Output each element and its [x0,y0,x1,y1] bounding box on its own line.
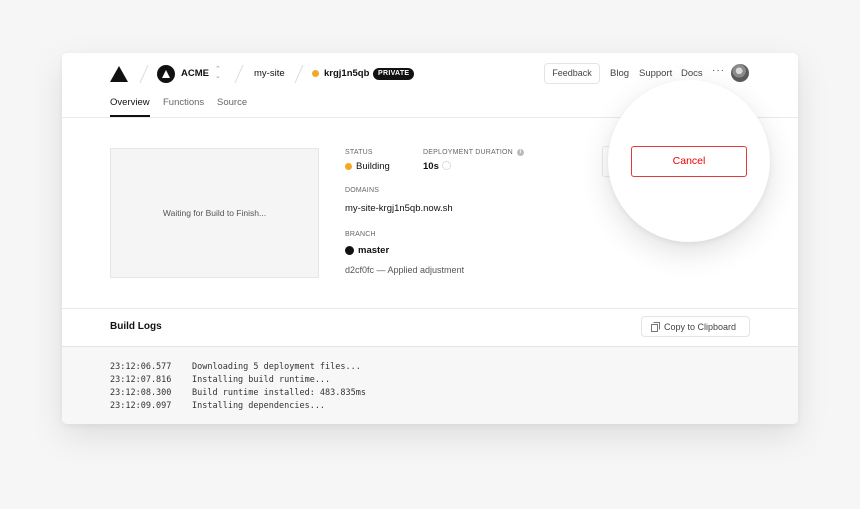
branch-label: BRANCH [345,231,376,238]
nav-docs-link[interactable]: Docs [681,68,703,80]
project-name[interactable]: my-site [254,68,285,80]
log-message: Build runtime installed: 483.835ms [192,388,366,398]
deployment-preview: Waiting for Build to Finish... [110,148,319,278]
log-message: Installing dependencies... [192,401,326,411]
private-badge: PRIVATE [373,68,415,80]
copy-to-clipboard-button[interactable]: Copy to Clipboard [641,316,750,337]
github-icon [345,246,354,255]
cancel-button[interactable]: Cancel [631,146,747,177]
more-menu-icon[interactable]: ··· [712,65,725,76]
duration-value: 10s [423,161,439,172]
spinner-icon [442,161,451,170]
user-avatar[interactable] [731,64,749,82]
status-label: STATUS [345,149,373,156]
preview-waiting-text: Waiting for Build to Finish... [162,208,267,218]
log-message: Installing build runtime... [192,375,331,385]
commit-message[interactable]: d2cf0fc — Applied adjustment [345,264,464,276]
log-line: 23:12:07.816 Installing build runtime... [110,374,330,386]
breadcrumb-separator-icon [294,64,304,84]
log-time: 23:12:07.816 [110,375,172,385]
domains-label: DOMAINS [345,187,380,194]
deployment-id[interactable]: krgj1n5qb [324,68,369,80]
copy-label: Copy to Clipboard [664,322,737,332]
duration-label: DEPLOYMENT DURATION [423,149,513,156]
tab-overview[interactable]: Overview [110,97,150,109]
log-time: 23:12:09.097 [110,401,172,411]
log-message: Downloading 5 deployment files... [192,362,361,372]
log-time: 23:12:08.300 [110,388,172,398]
branch-name[interactable]: master [358,245,389,257]
build-logs-title: Build Logs [110,321,162,332]
nav-blog-link[interactable]: Blog [610,68,629,80]
building-status-dot [312,70,319,77]
logs-divider [62,308,798,309]
feedback-button[interactable]: Feedback [544,63,600,84]
domain-link[interactable]: my-site-krgj1n5qb.now.sh [345,203,453,215]
status-value: Building [356,161,390,172]
team-logo-icon[interactable] [157,65,175,83]
breadcrumb-separator-icon [234,64,244,84]
info-icon[interactable]: i [517,149,524,156]
tab-source[interactable]: Source [217,97,247,109]
tab-functions[interactable]: Functions [163,97,204,109]
team-name[interactable]: ACME [181,68,209,80]
updown-chevron-icon[interactable]: ⌃ ⌄ [215,66,221,80]
breadcrumb-separator-icon [139,64,149,84]
triangle-logo-icon[interactable] [110,66,128,82]
log-line: 23:12:08.300 Build runtime installed: 483… [110,387,366,399]
status-dot [345,163,352,170]
log-time: 23:12:06.577 [110,362,172,372]
copy-icon [651,322,660,332]
log-line: 23:12:09.097 Installing dependencies... [110,400,325,412]
nav-support-link[interactable]: Support [639,68,672,80]
log-line: 23:12:06.577 Downloading 5 deployment fil… [110,361,361,373]
build-logs-output[interactable]: 23:12:06.577 Downloading 5 deployment fil… [62,346,798,424]
